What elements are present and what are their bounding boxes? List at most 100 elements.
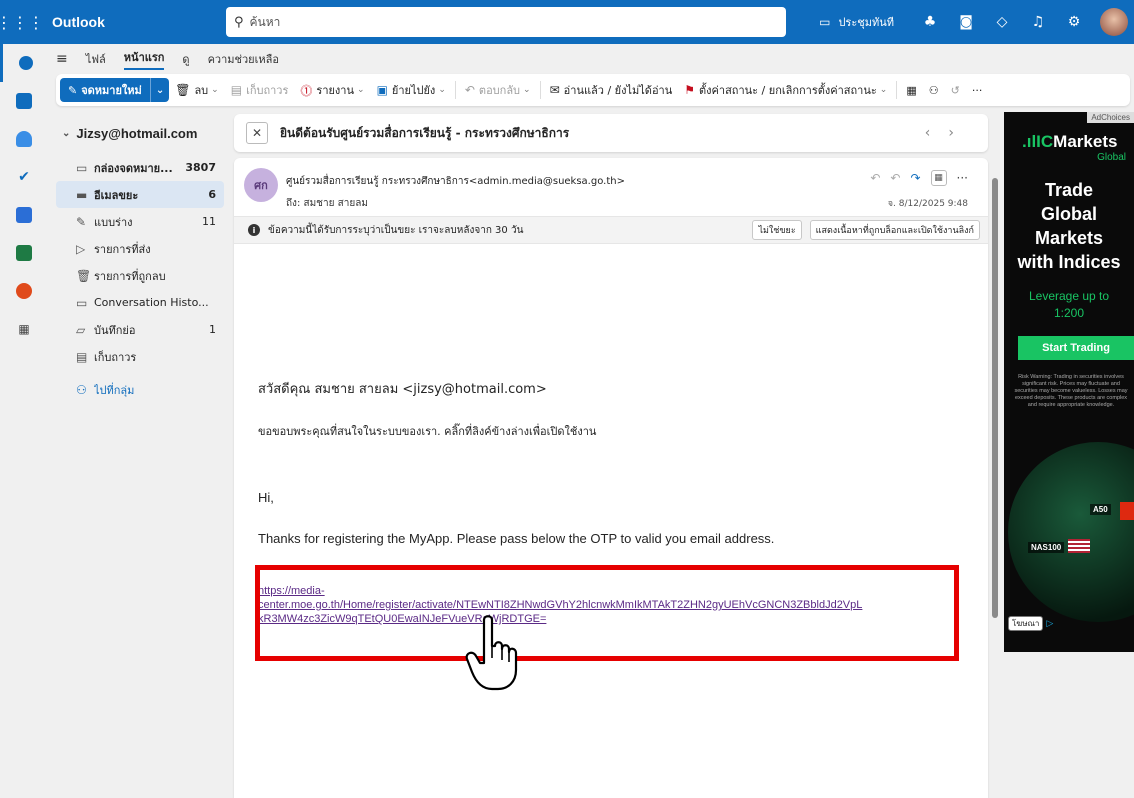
go-to-groups-link[interactable]: ⚇ ไปที่กลุ่ม bbox=[56, 376, 224, 403]
globe-image bbox=[1008, 442, 1134, 622]
feedback-icon[interactable]: ◇ bbox=[984, 14, 1020, 30]
tab-file[interactable]: ไฟล์ bbox=[86, 50, 106, 68]
immersive-reader-icon[interactable]: ▦ bbox=[930, 170, 947, 186]
folder-inbox[interactable]: ▭ กล่องจดหมาย... 3807 bbox=[56, 154, 224, 181]
ad-headline-line: Trade bbox=[1044, 180, 1094, 200]
folder-junk[interactable]: ▬ อีเมลขยะ 6 bbox=[56, 181, 224, 208]
archive-button[interactable]: ▤ เก็บถาวร bbox=[225, 81, 295, 99]
folder-sent[interactable]: ▷ รายการที่ส่ง bbox=[56, 235, 224, 262]
mail-icon[interactable] bbox=[0, 44, 48, 82]
start-trading-button[interactable]: Start Trading bbox=[1018, 336, 1134, 360]
sender-avatar[interactable]: ศก bbox=[244, 168, 278, 202]
user-avatar[interactable] bbox=[1100, 8, 1128, 36]
folder-label: กล่องจดหมาย... bbox=[94, 161, 173, 175]
folder-notes[interactable]: ▱ บันทึกย่อ 1 bbox=[56, 316, 224, 343]
account-header[interactable]: ⌄ Jizsy@hotmail.com bbox=[56, 112, 224, 154]
sender-name[interactable]: ศูนย์รวมสื่อการเรียนรู้ กระทรวงศึกษาธิกา… bbox=[286, 174, 625, 189]
folder-label: รายการที่ส่ง bbox=[94, 242, 151, 256]
app-name[interactable]: Outlook bbox=[52, 14, 226, 30]
move-to-button[interactable]: ▣ ย้ายไปยัง ⌄ bbox=[371, 81, 452, 99]
new-mail-dropdown[interactable]: ⌄ bbox=[151, 85, 169, 96]
chevron-down-icon[interactable]: ⌄ bbox=[880, 85, 888, 95]
ad-headline-line: Markets bbox=[1034, 228, 1104, 248]
folder-archive[interactable]: ▤ เก็บถาวร bbox=[56, 343, 224, 370]
chevron-down-icon: ⌄ bbox=[62, 127, 71, 139]
teams-icon[interactable]: ♣ bbox=[912, 14, 948, 30]
close-icon[interactable]: ✕ bbox=[246, 122, 268, 144]
app-rail: ✔ ▦ bbox=[0, 44, 48, 798]
message-scrollbar[interactable] bbox=[990, 158, 998, 798]
tab-help[interactable]: ความช่วยเหลือ bbox=[208, 50, 279, 68]
not-junk-button[interactable]: ไม่ใช่ขยะ bbox=[752, 220, 802, 240]
show-blocked-content-button[interactable]: แสดงเนื้อหาที่ถูกบล็อกและเปิดใช้งานลิงก์ bbox=[809, 220, 980, 240]
apps-icon[interactable]: ▦ bbox=[0, 310, 48, 348]
waffle-icon[interactable]: ⋮⋮⋮ bbox=[0, 0, 44, 44]
folder-deleted[interactable]: 🗑 รายการที่ถูกลบ bbox=[56, 262, 224, 289]
reply-icon[interactable]: ↶ bbox=[870, 171, 880, 185]
office-icon[interactable] bbox=[0, 272, 48, 310]
gear-icon[interactable]: ⚙ bbox=[1056, 14, 1092, 30]
ad-brand-ic: IC bbox=[1036, 132, 1054, 151]
divider bbox=[539, 81, 541, 99]
info-icon: i bbox=[248, 224, 260, 236]
thai-instruction: ขอขอบพระคุณที่สนใจในระบบของเรา. คลิ๊กที่… bbox=[258, 425, 597, 438]
read-unread-button[interactable]: ✉ อ่านแล้ว / ยังไม่ได้อ่าน bbox=[544, 81, 679, 99]
new-mail-label: จดหมายใหม่ bbox=[81, 84, 142, 97]
folder-label: อีเมลขยะ bbox=[94, 188, 139, 202]
new-mail-button[interactable]: ✎ จดหมายใหม่ ⌄ bbox=[60, 78, 170, 102]
scrollbar-thumb[interactable] bbox=[992, 178, 998, 618]
ad-headline-line: Global bbox=[1040, 204, 1097, 224]
ad-leverage-line: 1:200 bbox=[1053, 306, 1085, 320]
folder-label: Conversation Histo... bbox=[94, 296, 209, 309]
calendar-icon[interactable] bbox=[0, 82, 48, 120]
word-icon[interactable] bbox=[0, 196, 48, 234]
sent-icon: ▷ bbox=[76, 241, 86, 256]
folder-conversation-history[interactable]: ▭ Conversation Histo... bbox=[56, 289, 224, 316]
chevron-down-icon[interactable]: ⌄ bbox=[523, 85, 531, 95]
flag-button[interactable]: ⚑ ตั้งค่าสถานะ / ยกเลิกการตั้งค่าสถานะ ⌄ bbox=[678, 81, 893, 99]
tab-home[interactable]: หน้าแรก bbox=[123, 48, 165, 70]
more-icon[interactable]: ··· bbox=[957, 171, 968, 185]
message-nav-arrows[interactable]: ‹› bbox=[925, 125, 972, 141]
bell-icon[interactable]: ♫ bbox=[1020, 14, 1056, 30]
archive-icon: ▤ bbox=[76, 349, 88, 364]
ad-brand: .ılICMarkets bbox=[1022, 132, 1118, 151]
outlook-icon[interactable]: ◙ bbox=[948, 14, 984, 30]
todo-icon[interactable]: ✔ bbox=[0, 158, 48, 196]
divider bbox=[896, 81, 898, 99]
excel-icon[interactable] bbox=[0, 234, 48, 272]
report-button[interactable]: ⓵ รายงาน ⌄ bbox=[294, 81, 370, 99]
chevron-down-icon[interactable]: ⌄ bbox=[211, 85, 219, 95]
ad-label[interactable]: โฆษณา bbox=[1008, 616, 1044, 631]
compose-icon: ✎ bbox=[68, 83, 78, 97]
tab-view[interactable]: ดู bbox=[182, 50, 189, 68]
search-input[interactable]: ⚲ ค้นหา bbox=[226, 7, 786, 37]
groups-icon[interactable]: ⚇ bbox=[923, 84, 945, 97]
reply-button[interactable]: ↶ ตอบกลับ ⌄ bbox=[459, 81, 537, 99]
adchoices-icon[interactable]: ▷ bbox=[1046, 619, 1053, 629]
shield-icon: ⓵ bbox=[300, 83, 313, 98]
china-flag-icon bbox=[1120, 502, 1134, 520]
delete-button[interactable]: 🗑 ลบ ⌄ bbox=[169, 81, 225, 99]
chevron-down-icon[interactable]: ⌄ bbox=[438, 85, 446, 95]
archive-icon: ▤ bbox=[230, 83, 243, 97]
folder-drafts[interactable]: ✎ แบบร่าง 11 bbox=[56, 208, 224, 235]
reply-all-icon[interactable]: ↶ bbox=[890, 171, 900, 185]
people-icon[interactable] bbox=[0, 120, 48, 158]
forward-icon[interactable]: ↷ bbox=[910, 171, 920, 185]
more-options-button[interactable]: ··· bbox=[966, 84, 989, 97]
envelope-open-icon: ✉ bbox=[549, 83, 560, 97]
hamburger-icon[interactable]: ≡ bbox=[56, 51, 68, 67]
ad-leverage-line: Leverage up to bbox=[1028, 289, 1110, 303]
undo-icon[interactable]: ↺ bbox=[945, 84, 966, 97]
immersive-reader-icon[interactable]: ▦ bbox=[900, 84, 922, 97]
meet-now-button[interactable]: ▭ ประชุมทันที bbox=[819, 13, 894, 31]
draft-icon: ✎ bbox=[76, 214, 87, 229]
ad-banner[interactable]: AdChoices .ılICMarkets Global Trade Glob… bbox=[1004, 112, 1134, 652]
adchoices-label[interactable]: AdChoices bbox=[1087, 112, 1134, 123]
menu-tabs: ≡ ไฟล์ หน้าแรก ดู ความช่วยเหลือ bbox=[56, 46, 297, 72]
ad-tag-a50: A50 bbox=[1090, 504, 1111, 515]
chevron-down-icon[interactable]: ⌄ bbox=[357, 85, 365, 95]
ad-tag-nas100: NAS100 bbox=[1028, 542, 1065, 553]
ad-global: Global bbox=[1097, 152, 1126, 163]
